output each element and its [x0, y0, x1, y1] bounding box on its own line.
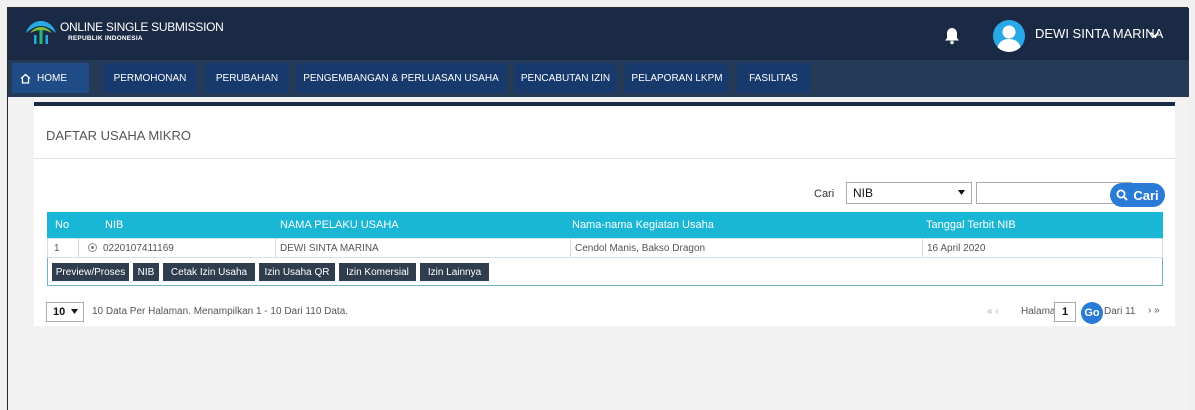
cell-kegiatan: Cendol Manis, Bakso Dragon [575, 243, 706, 254]
home-icon [20, 73, 31, 84]
column-divider [78, 239, 79, 257]
app-frame: ONLINE SINGLE SUBMISSION REPUBLIK INDONE… [7, 7, 1189, 410]
row-actions: Preview/Proses NIB Cetak Izin Usaha Izin… [47, 258, 1163, 286]
cell-nama: DEWI SINTA MARINA [280, 243, 379, 254]
cetak-izin-usaha-button[interactable]: Cetak Izin Usaha [163, 263, 255, 281]
bell-icon[interactable] [944, 27, 960, 45]
nav-permohonan[interactable]: PERMOHONAN [103, 63, 197, 93]
chevron-down-icon[interactable] [1149, 29, 1160, 40]
page-size-select[interactable]: 10 [46, 302, 84, 322]
header-nib: NIB [105, 219, 124, 231]
search-field-value: NIB [853, 186, 874, 200]
search-button[interactable]: Cari [1110, 183, 1165, 207]
user-name[interactable]: DEWI SINTA MARINA [1035, 26, 1163, 41]
nav-pelaporan-lkpm[interactable]: PELAPORAN LKPM [625, 63, 729, 93]
nav-home[interactable]: HOME [12, 63, 89, 93]
brand-subtitle: REPUBLIK INDONESIA [68, 35, 143, 42]
search-field-select[interactable]: NIB [846, 182, 972, 204]
page-title: DAFTAR USAHA MIKRO [46, 128, 191, 143]
table-row[interactable]: 1 0220107411169 DEWI SINTA MARINA Cendol… [47, 238, 1163, 258]
search-button-label: Cari [1133, 187, 1159, 203]
column-divider [922, 239, 923, 257]
top-bar: ONLINE SINGLE SUBMISSION REPUBLIK INDONE… [8, 8, 1189, 60]
table-header: No NIB NAMA PELAKU USAHA Nama-nama Kegia… [47, 212, 1163, 238]
nib-button[interactable]: NIB [133, 263, 159, 281]
nav-pencabutan-izin[interactable]: PENCABUTAN IZIN [514, 63, 617, 93]
page-number-input[interactable]: 1 [1054, 302, 1076, 322]
nav-home-label: HOME [37, 72, 67, 84]
izin-komersial-button[interactable]: Izin Komersial [339, 263, 416, 281]
column-divider [570, 239, 571, 257]
user-avatar-icon[interactable] [993, 20, 1025, 52]
nav-perubahan[interactable]: PERUBAHAN [205, 63, 289, 93]
pagination-info: 10 Data Per Halaman. Menampilkan 1 - 10 … [92, 306, 349, 317]
header-kegiatan: Nama-nama Kegiatan Usaha [572, 219, 714, 231]
pagination-prev-links[interactable]: « ‹ [987, 306, 999, 317]
pagination-total: Dari 11 [1104, 306, 1136, 317]
cell-tanggal: 16 April 2020 [927, 243, 986, 254]
oss-logo-icon [26, 21, 56, 44]
search-input[interactable] [976, 182, 1132, 204]
pagination-next-links[interactable]: › » [1148, 305, 1160, 316]
izin-lainnya-button[interactable]: Izin Lainnya [420, 263, 489, 281]
caret-down-icon [958, 190, 965, 195]
usaha-mikro-panel: DAFTAR USAHA MIKRO Cari NIB Cari No NIB … [34, 102, 1175, 326]
izin-usaha-qr-button[interactable]: Izin Usaha QR [259, 263, 335, 281]
go-button[interactable]: Go [1081, 302, 1103, 324]
search-icon [1116, 189, 1129, 201]
row-select-radio[interactable] [88, 243, 97, 252]
panel-divider [34, 158, 1175, 159]
column-divider [275, 239, 276, 257]
brand-title: ONLINE SINGLE SUBMISSION [60, 20, 224, 34]
avatar-figure [997, 25, 1021, 52]
header-nama-pelaku: NAMA PELAKU USAHA [280, 219, 399, 231]
page-size-value: 10 [53, 306, 66, 318]
main-navigation: HOME PERMOHONAN PERUBAHAN PENGEMBANGAN &… [8, 60, 1189, 97]
caret-down-icon [71, 309, 78, 314]
cell-no: 1 [54, 243, 60, 254]
preview-proses-button[interactable]: Preview/Proses [52, 263, 129, 281]
header-tanggal: Tanggal Terbit NIB [926, 219, 1016, 231]
nav-fasilitas[interactable]: FASILITAS [737, 63, 810, 93]
header-no: No [55, 219, 70, 231]
cell-nib: 0220107411169 [103, 243, 174, 254]
search-label: Cari [814, 188, 835, 200]
nav-pengembangan[interactable]: PENGEMBANGAN & PERLUASAN USAHA [296, 63, 506, 93]
